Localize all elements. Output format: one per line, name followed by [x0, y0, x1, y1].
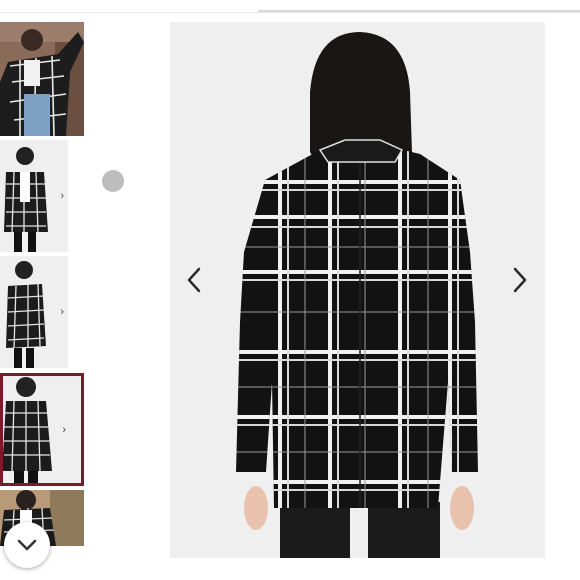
scroll-down-button[interactable] — [4, 522, 50, 568]
chevron-left-icon — [187, 267, 201, 293]
thumbnail-image — [0, 373, 84, 486]
product-photo-back-view — [170, 22, 545, 558]
indicator-dot — [102, 170, 124, 192]
thumbnail-image — [0, 140, 68, 252]
thumbnail-image — [0, 256, 68, 368]
main-product-image — [170, 22, 545, 558]
previous-image-button[interactable] — [180, 264, 208, 296]
thumbnail-strip: › › › — [0, 22, 84, 580]
chevron-right-icon: › — [60, 306, 64, 318]
chevron-down-icon — [17, 539, 37, 551]
thumbnail-image — [0, 22, 84, 136]
chevron-right-icon — [513, 267, 527, 293]
chevron-right-icon: › — [60, 190, 64, 202]
top-bar — [0, 0, 580, 13]
thumbnail-model-side[interactable]: › — [0, 256, 68, 368]
top-bar-accent — [258, 0, 580, 12]
thumbnail-model-front-outdoor[interactable] — [0, 22, 84, 136]
next-image-button[interactable] — [506, 264, 534, 296]
thumbnail-model-front[interactable]: › — [0, 140, 68, 252]
thumbnail-model-back[interactable]: › — [0, 373, 84, 486]
chevron-right-icon: › — [62, 423, 66, 436]
